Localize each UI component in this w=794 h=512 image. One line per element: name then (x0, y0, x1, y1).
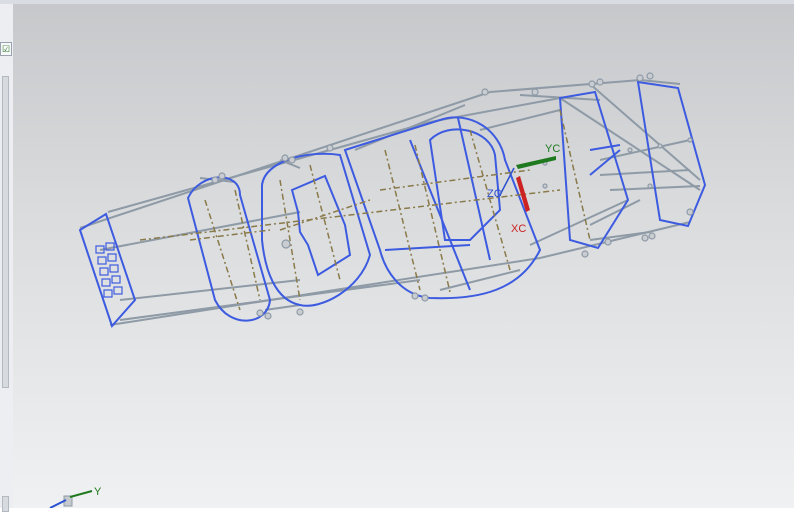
resource-bar-scrollbar-lower[interactable] (2, 496, 9, 512)
wireframe-model: YC ZC XC Y (49, 72, 707, 508)
graphics-viewport[interactable]: YC ZC XC Y (13, 4, 794, 508)
wcs-z-axis-line (499, 167, 515, 196)
wcs-y-label: YC (545, 143, 560, 155)
resource-bar-toggle-button[interactable]: ☑ (0, 42, 12, 56)
resource-bar-scrollbar[interactable] (2, 76, 9, 388)
view-triad-y-label: Y (94, 486, 102, 498)
wcs-x-label: XC (511, 223, 526, 235)
view-triad: Y (49, 486, 102, 508)
view-triad-y-arrow (69, 490, 93, 498)
wcs-y-axis-arrow (516, 156, 556, 169)
resource-bar: ☑ (0, 4, 14, 512)
frame-gray-edges (79, 79, 701, 326)
wcs-axes: YC ZC XC (487, 143, 560, 235)
wcs-z-label: ZC (487, 188, 502, 200)
frame-blue-bulkheads (78, 80, 707, 328)
